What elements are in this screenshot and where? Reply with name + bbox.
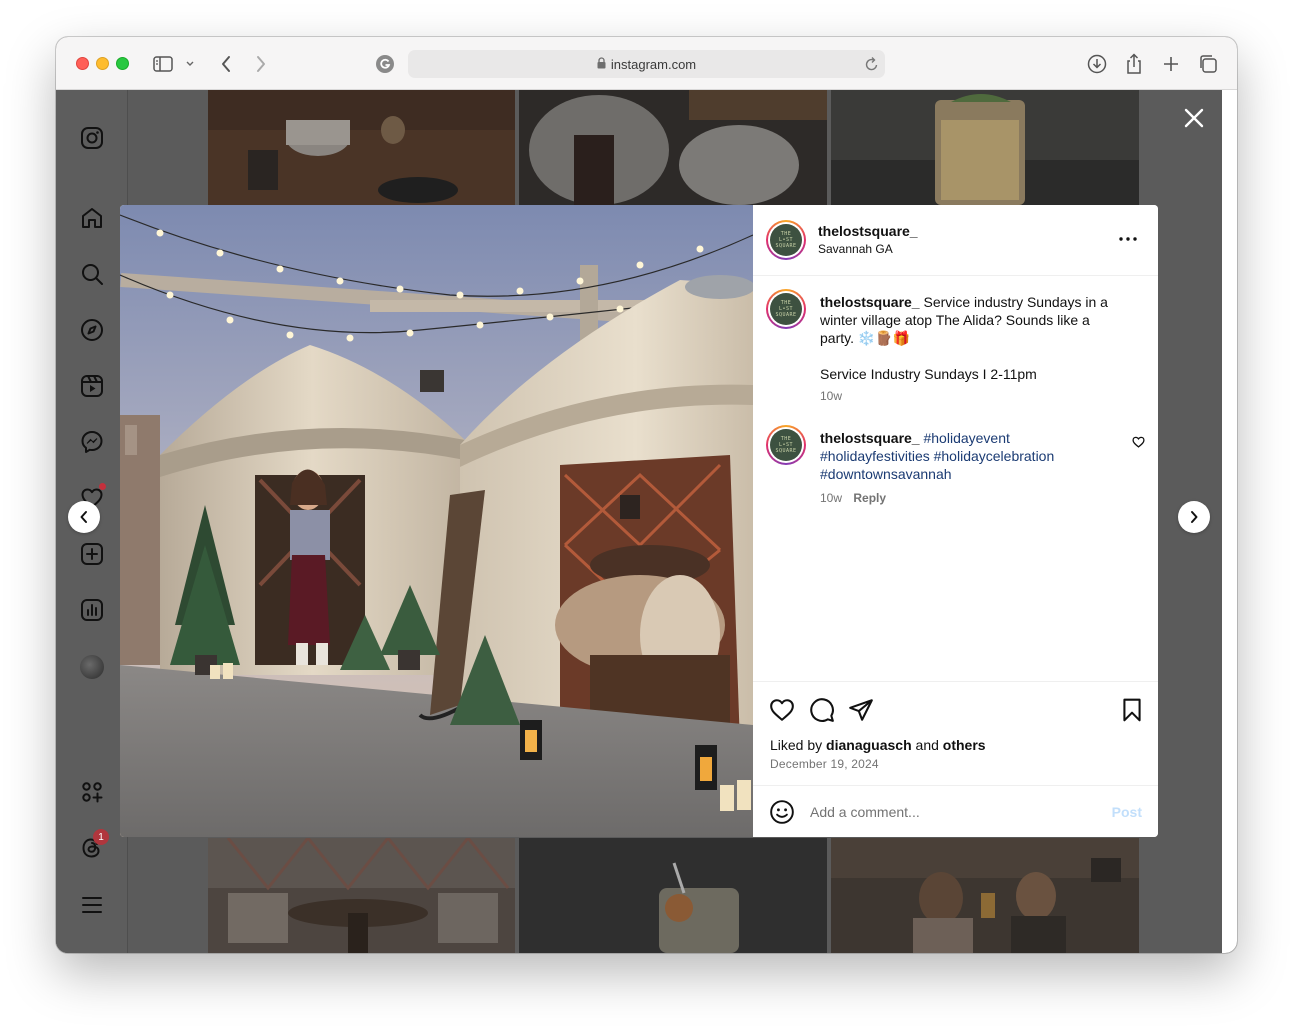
comment-avatar[interactable]: THE L•ST SQUARE <box>766 425 806 465</box>
save-bookmark-icon[interactable] <box>1119 697 1145 723</box>
zoom-window-button[interactable] <box>116 57 129 70</box>
tab-overview-icon[interactable] <box>1195 51 1221 77</box>
browser-toolbar: instagram.com <box>56 37 1237 90</box>
explore-icon[interactable] <box>79 317 105 343</box>
caption: THE L•ST SQUARE thelostsquare_ Service i… <box>766 289 1146 409</box>
post-date[interactable]: December 19, 2024 <box>770 757 879 771</box>
close-modal-icon[interactable] <box>1182 106 1206 130</box>
caption-text: thelostsquare_ Service industry Sundays … <box>820 293 1126 347</box>
liked-by-others[interactable]: others <box>943 737 986 753</box>
profile-avatar[interactable] <box>80 655 104 679</box>
next-post-button[interactable] <box>1178 501 1210 533</box>
threads-icon[interactable]: 1 <box>79 829 109 861</box>
caption-avatar[interactable]: THE L•ST SQUARE <box>766 289 806 329</box>
emoji-icon[interactable] <box>769 799 795 830</box>
comment-icon[interactable] <box>809 697 835 723</box>
url-text: instagram.com <box>610 56 697 72</box>
comment-username[interactable]: thelostsquare_ <box>820 430 920 446</box>
dashboard-icon[interactable] <box>79 597 105 623</box>
grid-thumbnail[interactable] <box>831 838 1139 953</box>
share-icon[interactable] <box>1121 51 1147 77</box>
create-icon[interactable] <box>79 541 105 567</box>
browser-window: instagram.com 1 THE L•ST SQUARE thelosts… <box>56 37 1237 953</box>
previous-post-button[interactable] <box>68 501 100 533</box>
back-icon[interactable] <box>213 51 239 77</box>
comment: THE L•ST SQUARE thelostsquare_ #holidaye… <box>766 425 1146 515</box>
grid-thumbnail[interactable] <box>208 838 515 953</box>
author-avatar[interactable]: THE L•ST SQUARE <box>766 220 806 260</box>
grid-thumbnail[interactable] <box>519 90 827 205</box>
page-edge <box>1222 90 1237 953</box>
comment-like-icon[interactable] <box>1132 435 1145 453</box>
forward-icon[interactable] <box>248 51 274 77</box>
grid-thumbnail[interactable] <box>831 90 1139 205</box>
comment-text: thelostsquare_ #holidayevent #holidayfes… <box>820 429 1080 483</box>
search-icon[interactable] <box>79 261 105 287</box>
menu-icon[interactable] <box>79 892 105 918</box>
extension-icon[interactable] <box>372 51 398 77</box>
threads-badge: 1 <box>93 829 109 845</box>
liked-by-user[interactable]: dianaguasch <box>826 737 912 753</box>
reload-icon[interactable] <box>865 56 879 75</box>
post-header: THE L•ST SQUARE thelostsquare_ Savannah … <box>753 205 1158 276</box>
post-location[interactable]: Savannah GA <box>818 242 893 256</box>
lock-icon <box>597 56 606 72</box>
grid-thumbnail[interactable] <box>208 90 515 205</box>
grid-thumbnail[interactable] <box>519 838 827 953</box>
post-actions: Liked by dianaguasch and others December… <box>753 681 1158 785</box>
address-bar[interactable]: instagram.com <box>408 50 885 78</box>
reply-button[interactable]: Reply <box>853 491 886 505</box>
share-post-icon[interactable] <box>848 697 874 723</box>
notification-dot <box>99 483 106 490</box>
more-options-icon[interactable] <box>1116 231 1140 247</box>
home-icon[interactable] <box>79 205 105 231</box>
post-details-panel: THE L•ST SQUARE thelostsquare_ Savannah … <box>753 205 1158 837</box>
caption-detail: Service Industry Sundays I 2-11pm <box>820 366 1037 382</box>
instagram-logo-icon[interactable] <box>79 125 105 151</box>
comment-time[interactable]: 10w <box>820 491 842 505</box>
also-from-meta-icon[interactable] <box>79 779 105 805</box>
liked-by: Liked by dianaguasch and others <box>770 737 986 753</box>
close-window-button[interactable] <box>76 57 89 70</box>
add-comment-bar: Post <box>753 785 1158 837</box>
post-comment-button[interactable]: Post <box>1112 804 1142 820</box>
sidebar-toggle-icon[interactable] <box>150 51 176 77</box>
post-modal: THE L•ST SQUARE thelostsquare_ Savannah … <box>120 205 1158 837</box>
comment-input[interactable] <box>810 801 1100 823</box>
caption-time[interactable]: 10w <box>820 389 842 403</box>
comment-meta: 10w Reply <box>820 491 886 505</box>
download-icon[interactable] <box>1084 51 1110 77</box>
post-photo[interactable] <box>120 205 753 837</box>
like-icon[interactable] <box>769 697 795 723</box>
caption-username[interactable]: thelostsquare_ <box>820 294 920 310</box>
minimize-window-button[interactable] <box>96 57 109 70</box>
author-username[interactable]: thelostsquare_ <box>818 223 918 239</box>
instagram-page: 1 THE L•ST SQUARE thelostsquare_ Savanna… <box>56 90 1237 953</box>
new-tab-icon[interactable] <box>1158 51 1184 77</box>
messenger-icon[interactable] <box>79 429 105 455</box>
chevron-down-icon[interactable] <box>180 51 200 77</box>
reels-icon[interactable] <box>79 373 105 399</box>
